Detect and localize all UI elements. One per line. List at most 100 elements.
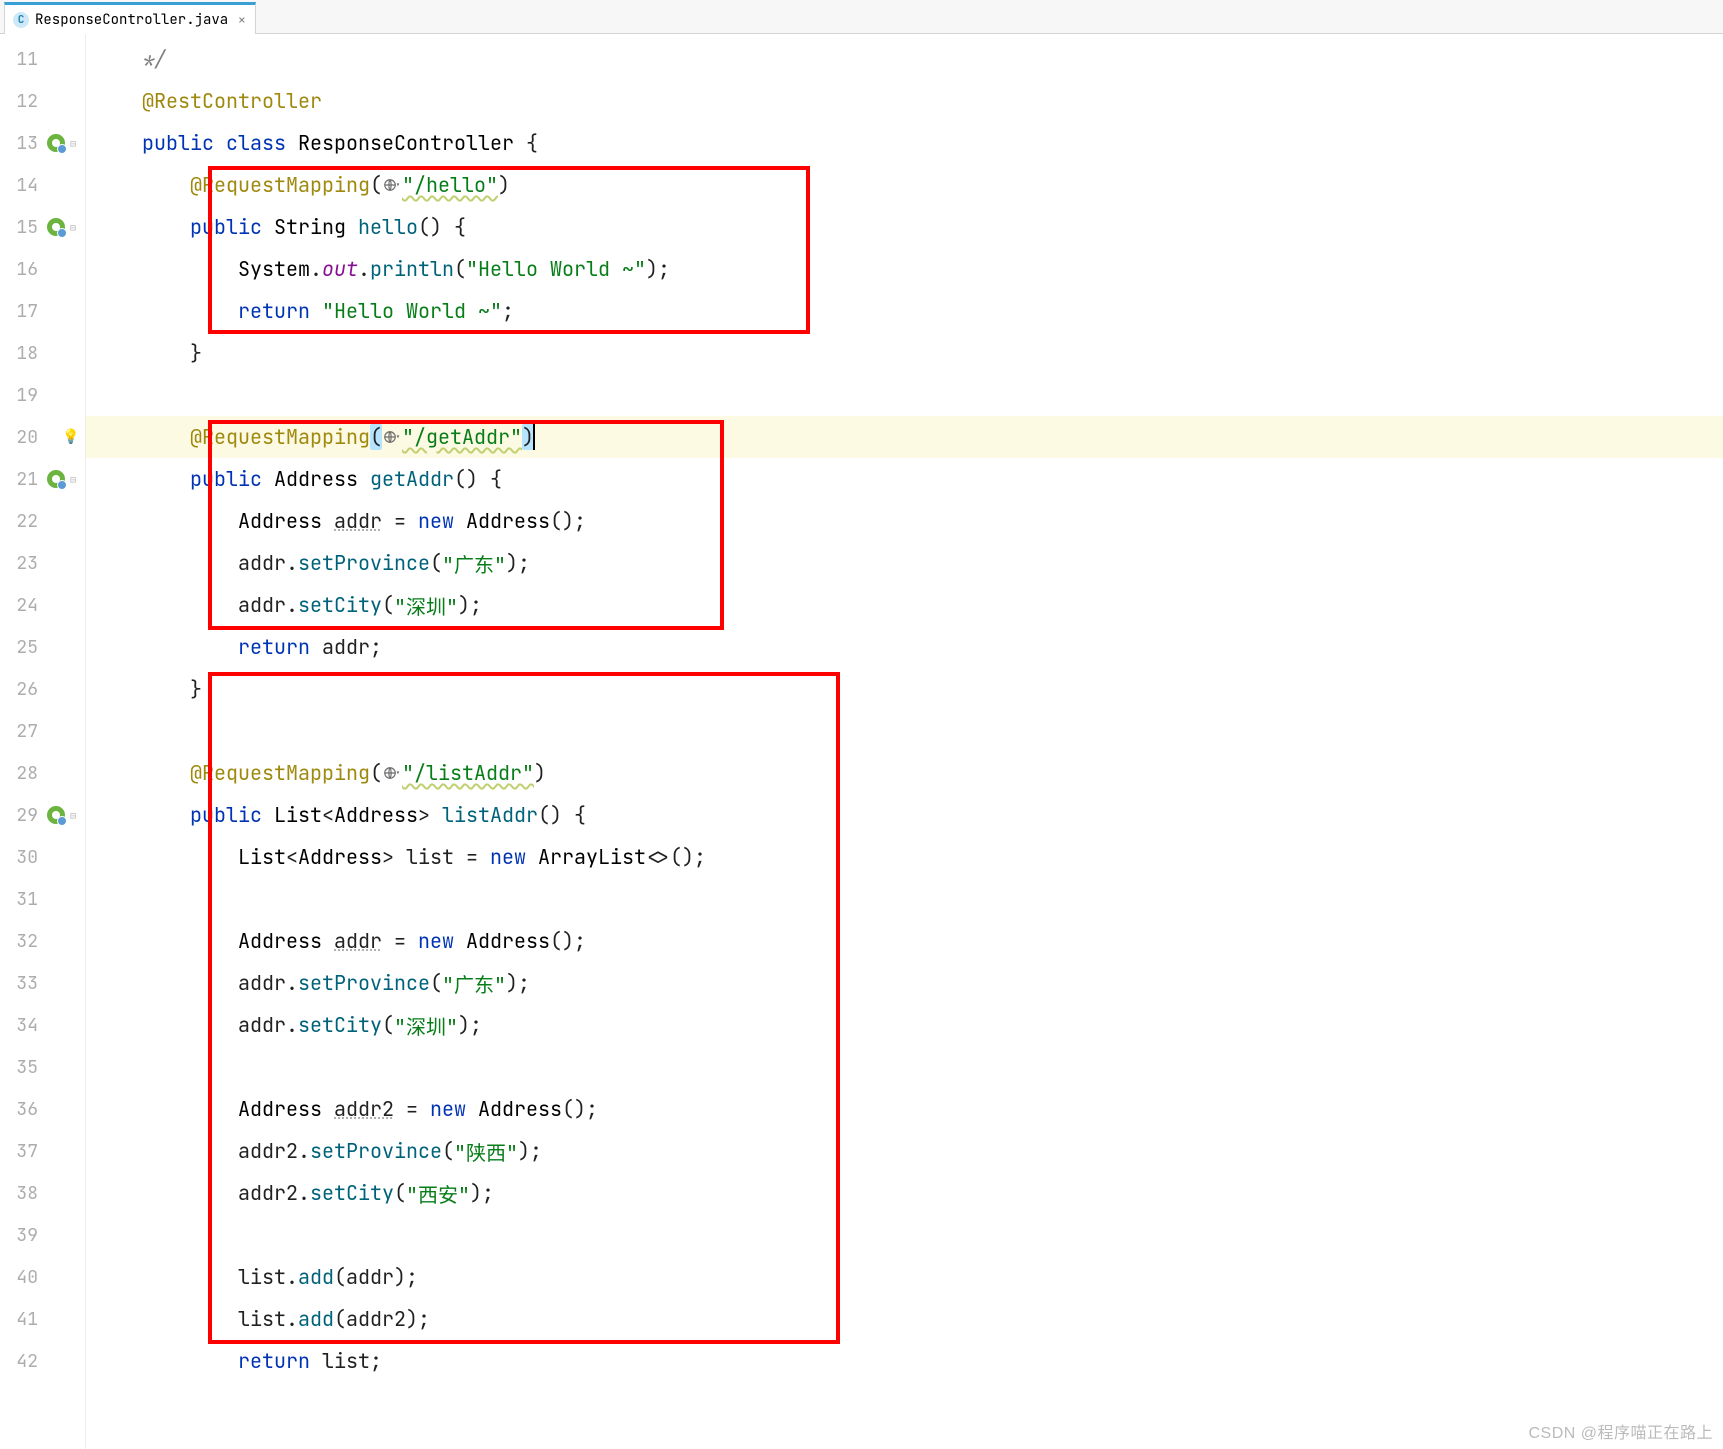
gutter-line: 31 — [0, 878, 85, 920]
method-name: hello — [358, 214, 418, 240]
line-number: 38 — [10, 1182, 38, 1205]
line-number: 14 — [10, 174, 38, 197]
code-line[interactable]: List<Address> list = new ArrayList<>(); — [86, 836, 1723, 878]
string-literal: "深圳" — [394, 1011, 458, 1040]
string-literal: "Hello World ~" — [466, 256, 646, 282]
line-number: 33 — [10, 972, 38, 995]
line-number: 32 — [10, 930, 38, 953]
web-globe-icon[interactable]: ▾ — [383, 428, 401, 446]
line-number: 36 — [10, 1098, 38, 1121]
gutter-line: 12 — [0, 80, 85, 122]
gutter-line: 13 ⊟ — [0, 122, 85, 164]
gutter-line: 37 — [0, 1130, 85, 1172]
comment: */ — [142, 46, 166, 72]
code-line[interactable]: public String hello() { — [86, 206, 1723, 248]
code-line[interactable]: Address addr2 = new Address(); — [86, 1088, 1723, 1130]
spring-bean-icon[interactable] — [47, 134, 65, 152]
gutter-line: 32 — [0, 920, 85, 962]
code-line[interactable]: @RequestMapping(▾"/getAddr") — [86, 416, 1723, 458]
code-line[interactable]: Address addr = new Address(); — [86, 920, 1723, 962]
code-line[interactable]: public Address getAddr() { — [86, 458, 1723, 500]
line-number: 39 — [10, 1224, 38, 1247]
code-line[interactable]: } — [86, 668, 1723, 710]
line-number: 37 — [10, 1140, 38, 1163]
code-editor[interactable]: 11⊟1213⊟1415⊟161718⊟1920💡21⊟2223242526⊟2… — [0, 34, 1723, 1449]
code-line[interactable]: return "Hello World ~"; — [86, 290, 1723, 332]
code-line[interactable]: Address addr = new Address(); — [86, 500, 1723, 542]
code-line[interactable]: addr2.setProvince("陕西"); — [86, 1130, 1723, 1172]
line-number: 30 — [10, 846, 38, 869]
code-line[interactable]: System.out.println("Hello World ~"); — [86, 248, 1723, 290]
gutter-line: 18⊟ — [0, 332, 85, 374]
spring-bean-icon[interactable] — [47, 806, 65, 824]
code-line[interactable]: public List<Address> listAddr() { — [86, 794, 1723, 836]
code-line[interactable]: addr.setCity("深圳"); — [86, 1004, 1723, 1046]
string-literal: "/getAddr" — [402, 424, 522, 450]
editor-tab-active[interactable]: C ResponseController.java ✕ — [4, 2, 256, 34]
fold-toggle-icon[interactable]: ⊟ — [67, 137, 79, 149]
annotation: @RequestMapping — [190, 760, 370, 786]
gutter-line: 15⊟ — [0, 206, 85, 248]
gutter-line: 34 — [0, 1004, 85, 1046]
gutter-line: 16 — [0, 248, 85, 290]
class-name: ResponseController — [298, 130, 514, 156]
fold-toggle-icon[interactable]: ⊟ — [67, 473, 79, 485]
intention-bulb-icon[interactable]: 💡 — [63, 429, 79, 445]
gutter-line: 42 — [0, 1340, 85, 1382]
line-number: 34 — [10, 1014, 38, 1037]
code-line[interactable]: return list; — [86, 1340, 1723, 1382]
code-line[interactable] — [86, 1214, 1723, 1256]
annotation: @RequestMapping — [190, 172, 370, 198]
line-number: 24 — [10, 594, 38, 617]
code-line[interactable] — [86, 710, 1723, 752]
spring-bean-icon[interactable] — [47, 218, 65, 236]
line-number: 31 — [10, 888, 38, 911]
code-line[interactable]: addr2.setCity("西安"); — [86, 1172, 1723, 1214]
gutter-line: 27 — [0, 710, 85, 752]
spring-bean-icon[interactable] — [47, 470, 65, 488]
fold-toggle-icon[interactable]: ⊟ — [67, 809, 79, 821]
gutter-line: 38 — [0, 1172, 85, 1214]
string-literal: "深圳" — [394, 591, 458, 620]
code-line[interactable] — [86, 374, 1723, 416]
line-number: 26 — [10, 678, 38, 701]
code-line[interactable]: addr.setProvince("广东"); — [86, 542, 1723, 584]
code-line[interactable]: addr.setProvince("广东"); — [86, 962, 1723, 1004]
line-number: 29 — [10, 804, 38, 827]
web-globe-icon[interactable]: ▾ — [383, 176, 401, 194]
annotation: @RestController — [142, 88, 322, 114]
code-line[interactable]: } — [86, 332, 1723, 374]
text-caret — [533, 424, 535, 450]
code-line[interactable]: list.add(addr); — [86, 1256, 1723, 1298]
line-number: 41 — [10, 1308, 38, 1331]
code-line[interactable]: return addr; — [86, 626, 1723, 668]
code-line[interactable] — [86, 878, 1723, 920]
line-number: 11 — [10, 48, 38, 71]
gutter-line: 30 — [0, 836, 85, 878]
gutter-line: 22 — [0, 500, 85, 542]
code-line[interactable]: public class ResponseController { — [86, 122, 1723, 164]
editor-code-area[interactable]: CSDN @程序喵正在路上 */ @RestController public … — [86, 34, 1723, 1449]
code-line[interactable]: @RequestMapping(▾"/listAddr") — [86, 752, 1723, 794]
fold-toggle-icon[interactable]: ⊟ — [67, 221, 79, 233]
close-icon[interactable]: ✕ — [238, 12, 245, 28]
line-number: 28 — [10, 762, 38, 785]
line-number: 13 — [10, 132, 38, 155]
line-number: 27 — [10, 720, 38, 743]
code-line[interactable]: @RestController — [86, 80, 1723, 122]
code-line[interactable] — [86, 1046, 1723, 1088]
code-line[interactable]: addr.setCity("深圳"); — [86, 584, 1723, 626]
gutter-line: 25 — [0, 626, 85, 668]
line-number: 20 — [10, 426, 38, 449]
string-literal: "/hello" — [402, 172, 498, 198]
line-number: 19 — [10, 384, 38, 407]
code-line[interactable]: list.add(addr2); — [86, 1298, 1723, 1340]
web-globe-icon[interactable]: ▾ — [383, 764, 401, 782]
java-class-icon: C — [13, 12, 29, 28]
gutter-line: 17 — [0, 290, 85, 332]
string-literal: "Hello World ~" — [322, 298, 502, 324]
code-line[interactable]: */ — [86, 38, 1723, 80]
code-line[interactable]: @RequestMapping(▾"/hello") — [86, 164, 1723, 206]
gutter-line: 35 — [0, 1046, 85, 1088]
line-number: 23 — [10, 552, 38, 575]
